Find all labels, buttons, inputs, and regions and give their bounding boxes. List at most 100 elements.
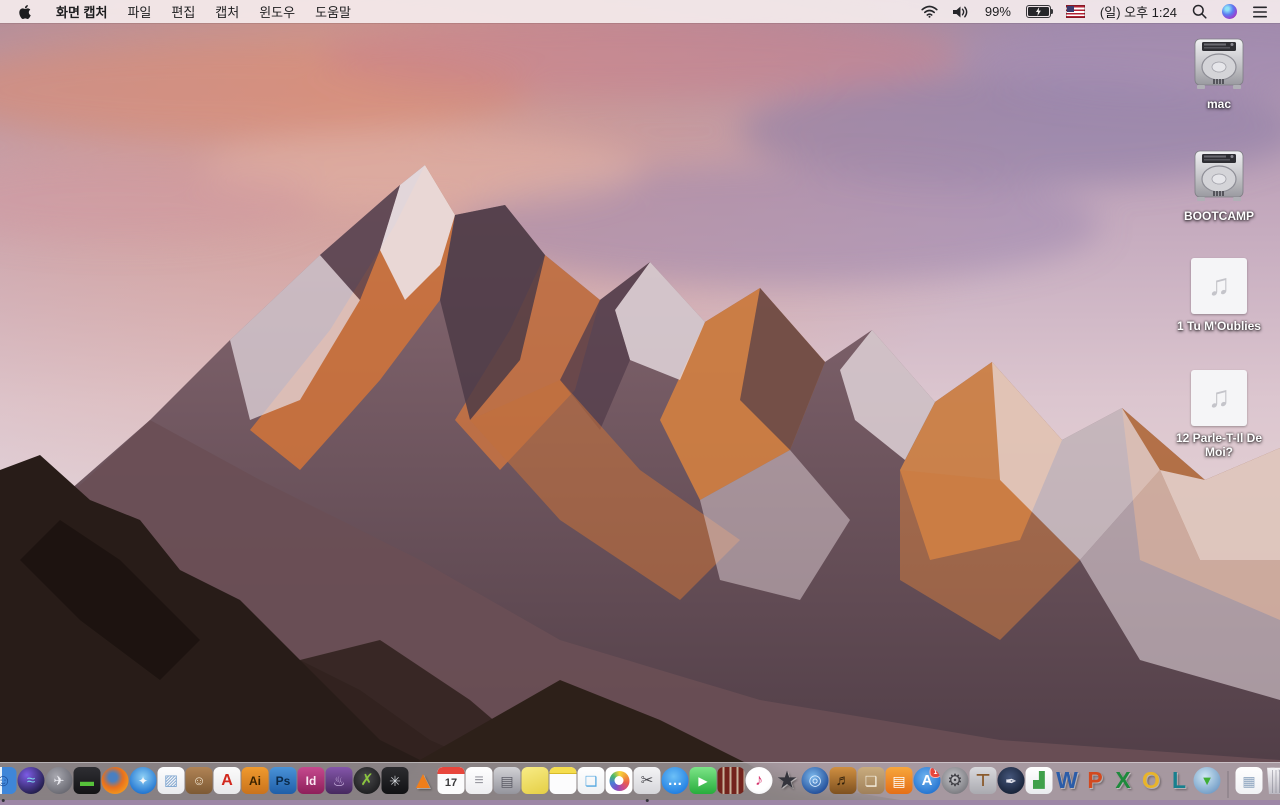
- imovie-glyph: ★: [776, 769, 798, 793]
- indesign-dock-item[interactable]: Id: [298, 767, 325, 800]
- preview-dock-item[interactable]: ▨: [158, 767, 185, 800]
- dock-items: ☺≈✈▬✦▨☺AAiPsId♨✗✳▲17≡▤❏✂…▶♪★◎♬❏▤A1⚙⊤✒▟WP…: [0, 763, 1280, 800]
- itunes-dock-item[interactable]: ♪: [746, 767, 773, 800]
- menu-item-window[interactable]: 윈도우: [249, 0, 305, 23]
- excel-dock-item[interactable]: X: [1110, 767, 1137, 800]
- powerpoint-dock-item[interactable]: P: [1082, 767, 1109, 800]
- idvd-dock-item[interactable]: ◎: [802, 767, 829, 800]
- apple-menu[interactable]: [12, 0, 46, 23]
- green-x-disc-app-dock-item[interactable]: ✗: [354, 767, 381, 800]
- spotlight-icon[interactable]: [1192, 0, 1207, 23]
- archive-box-app-dock-item[interactable]: ▤: [494, 767, 521, 800]
- notification-center-icon[interactable]: [1252, 0, 1268, 23]
- desktop-icon-bootcamp[interactable]: BOOTCAMP: [1160, 148, 1278, 223]
- photos-dock-item[interactable]: [606, 767, 633, 800]
- photoshop-dock-item[interactable]: Ps: [270, 767, 297, 800]
- safari-dock-item[interactable]: ✦: [130, 767, 157, 800]
- cards-app-dock-item[interactable]: ❏: [578, 767, 605, 800]
- menu-clock[interactable]: (일) 오후 1:24: [1100, 0, 1177, 23]
- indesign-glyph: Id: [306, 775, 317, 787]
- vlc-dock-item[interactable]: ▲: [410, 767, 437, 800]
- facetime-dock-item[interactable]: ▶: [690, 767, 717, 800]
- menu-item-edit[interactable]: 편집: [161, 0, 205, 23]
- messages-glyph: …: [668, 773, 683, 788]
- wifi-icon[interactable]: [921, 0, 938, 23]
- lync-dock-item[interactable]: L: [1166, 767, 1193, 800]
- keynote-old-glyph: ⊤: [975, 772, 991, 789]
- audio-file-icon: ♫: [1191, 258, 1247, 314]
- stickies-dock-item[interactable]: [522, 767, 549, 800]
- firefox-dock-item[interactable]: [102, 767, 129, 800]
- desktop-icon-audio-2[interactable]: ♫ 12 Parle-T-Il De Moi?: [1160, 370, 1278, 459]
- battery-charging-icon[interactable]: [1026, 0, 1051, 23]
- preview-glyph: ▨: [164, 773, 178, 788]
- ibooks-dock-item[interactable]: ▤: [886, 767, 913, 800]
- pages-old-dock-item[interactable]: ✒: [998, 767, 1025, 800]
- eyetv-glyph: ▬: [80, 774, 94, 788]
- launchpad-dock-item[interactable]: ✈: [46, 767, 73, 800]
- desktop-icon-column: mac BOOTCAMP ♫ 1 Tu M'Oublies ♫ 12 Parle-T-Il…: [1160, 0, 1278, 600]
- menu-left: 화면 캡처파일편집캡처윈도우도움말: [12, 0, 361, 23]
- system-preferences-dock-item[interactable]: ⚙: [942, 767, 969, 800]
- hard-drive-icon: [1190, 148, 1248, 204]
- word-icon: W: [1054, 767, 1081, 794]
- menu-item-app-name[interactable]: 화면 캡처: [46, 0, 117, 23]
- menu-item-file[interactable]: 파일: [117, 0, 161, 23]
- siri-icon[interactable]: [1222, 0, 1237, 23]
- photo-booth-dock-item[interactable]: [718, 767, 745, 800]
- notes-dock-item[interactable]: [550, 767, 577, 800]
- contacts-dock-item[interactable]: ☺: [186, 767, 213, 800]
- dock-divider: [1228, 771, 1229, 798]
- safari-glyph: ✦: [138, 775, 148, 787]
- hard-drive-icon: [1190, 36, 1248, 92]
- desktop-icon-label: 12 Parle-T-Il De Moi?: [1163, 431, 1275, 459]
- eyetv-icon: ▬: [74, 767, 101, 794]
- garageband-dock-item[interactable]: ♬: [830, 767, 857, 800]
- grab-dock-item[interactable]: ✂: [634, 767, 661, 800]
- numbers-old-glyph: ▟: [1033, 773, 1045, 788]
- fan-drive-utility-dock-item[interactable]: ✳: [382, 767, 409, 800]
- reminders-dock-item[interactable]: ≡: [466, 767, 493, 800]
- battery-percent[interactable]: 99%: [985, 0, 1011, 23]
- outlook-dock-item[interactable]: O: [1138, 767, 1165, 800]
- word-dock-item[interactable]: W: [1054, 767, 1081, 800]
- lync-icon: L: [1166, 767, 1193, 794]
- trash-full-dock-item[interactable]: [1264, 767, 1280, 800]
- siri-dock-item[interactable]: ≈: [18, 767, 45, 800]
- downloads-doc-dock-item[interactable]: ▦: [1236, 767, 1263, 800]
- menu-item-capture[interactable]: 캡처: [205, 0, 249, 23]
- powerpoint-icon: P: [1082, 767, 1109, 794]
- toast-dock-item[interactable]: ♨: [326, 767, 353, 800]
- desktop-icon-label: BOOTCAMP: [1184, 209, 1254, 223]
- garageband-glyph: ♬: [836, 773, 851, 788]
- collage-kit-app-dock-item[interactable]: ❏: [858, 767, 885, 800]
- desktop-icon-audio-1[interactable]: ♫ 1 Tu M'Oublies: [1160, 258, 1278, 333]
- system-preferences-icon: ⚙: [942, 767, 969, 794]
- desktop-icon-label: 1 Tu M'Oublies: [1177, 319, 1261, 333]
- facetime-icon: ▶: [690, 767, 717, 794]
- input-source-flag-icon[interactable]: [1066, 0, 1085, 23]
- imovie-dock-item[interactable]: ★: [774, 767, 801, 800]
- eyetv-dock-item[interactable]: ▬: [74, 767, 101, 800]
- numbers-old-dock-item[interactable]: ▟: [1026, 767, 1053, 800]
- audio-file-icon: ♫: [1191, 370, 1247, 426]
- finder-dock-item[interactable]: ☺: [0, 767, 17, 800]
- acrobat-reader-dock-item[interactable]: A: [214, 767, 241, 800]
- dock: ☺≈✈▬✦▨☺AAiPsId♨✗✳▲17≡▤❏✂…▶♪★◎♬❏▤A1⚙⊤✒▟WP…: [0, 762, 1280, 800]
- pages-old-icon: ✒: [998, 767, 1025, 794]
- keynote-old-dock-item[interactable]: ⊤: [970, 767, 997, 800]
- download-manager-dock-item[interactable]: ▼: [1194, 767, 1221, 800]
- reminders-glyph: ≡: [474, 773, 483, 789]
- app-store-dock-item[interactable]: A1: [914, 767, 941, 800]
- archive-box-app-icon: ▤: [494, 767, 521, 794]
- menu-status-area: 99% (일) 오후 1:24: [921, 0, 1268, 23]
- calendar-dock-item[interactable]: 17: [438, 767, 465, 800]
- volume-icon[interactable]: [953, 0, 970, 23]
- menu-item-help[interactable]: 도움말: [305, 0, 361, 23]
- desktop-wallpaper: [0, 0, 1280, 800]
- safari-icon: ✦: [130, 767, 157, 794]
- illustrator-dock-item[interactable]: Ai: [242, 767, 269, 800]
- messages-dock-item[interactable]: …: [662, 767, 689, 800]
- itunes-icon: ♪: [746, 767, 773, 794]
- desktop-icon-mac[interactable]: mac: [1160, 36, 1278, 111]
